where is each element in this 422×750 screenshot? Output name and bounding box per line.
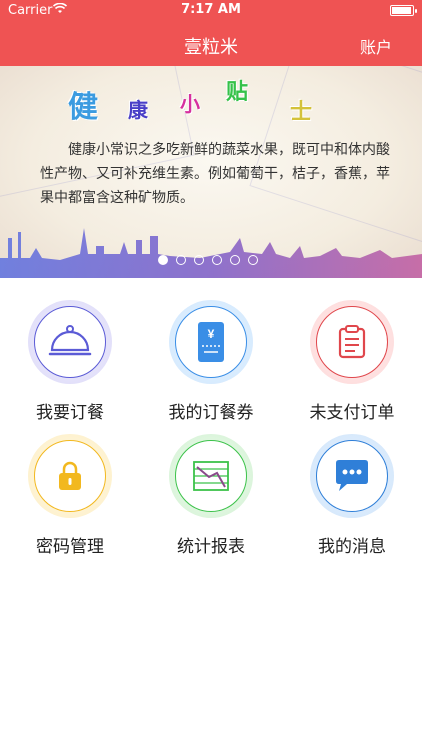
page-dot[interactable] bbox=[230, 255, 240, 265]
menu-statistics-report[interactable]: 统计报表 bbox=[141, 434, 281, 564]
page-dot[interactable] bbox=[158, 255, 168, 265]
chat-bubble-icon bbox=[336, 460, 368, 491]
menu-label: 密码管理 bbox=[36, 537, 104, 557]
banner-heading-char: 士 bbox=[290, 100, 313, 125]
menu-label: 我的消息 bbox=[318, 537, 386, 557]
banner-page-indicator[interactable] bbox=[158, 255, 258, 267]
lock-icon bbox=[59, 461, 81, 490]
menu-label: 我要订餐 bbox=[36, 403, 104, 423]
ticket-yen-icon: ¥ bbox=[198, 322, 224, 362]
status-bar: Carrier 7:17 AM bbox=[0, 0, 422, 20]
page-dot[interactable] bbox=[212, 255, 222, 265]
menu-unpaid-orders[interactable]: 未支付订单 bbox=[282, 300, 422, 430]
page-dot[interactable] bbox=[248, 255, 258, 265]
menu-label: 统计报表 bbox=[177, 537, 245, 557]
chart-report-icon bbox=[193, 461, 229, 491]
banner-tip-text: 健康小常识之多吃新鲜的蔬菜水果，既可中和体内酸性产物、又可补充维生素。例如葡萄干… bbox=[40, 142, 390, 206]
banner-heading-char: 健 bbox=[68, 90, 98, 125]
banner-heading-char: 康 bbox=[128, 98, 148, 122]
menu-my-messages[interactable]: 我的消息 bbox=[282, 434, 422, 564]
menu-order-meal[interactable]: 我要订餐 bbox=[0, 300, 140, 430]
health-tip-banner[interactable]: 健 康 小 贴 士 健康小常识之多吃新鲜的蔬菜水果，既可中和体内酸性产物、又可补… bbox=[0, 66, 422, 278]
svg-text:¥: ¥ bbox=[208, 327, 215, 341]
clipboard-icon bbox=[338, 325, 366, 359]
page-title: 壹粒米 bbox=[184, 37, 238, 58]
status-time: 7:17 AM bbox=[181, 2, 241, 17]
city-skyline-image bbox=[0, 228, 422, 278]
banner-heading-char: 贴 bbox=[226, 80, 249, 105]
banner-heading-char: 小 bbox=[180, 92, 200, 116]
menu-password-management[interactable]: 密码管理 bbox=[0, 434, 140, 564]
cloche-icon bbox=[48, 325, 92, 356]
app-header: Carrier 7:17 AM 壹粒米 账户 bbox=[0, 0, 422, 66]
menu-my-coupons[interactable]: ¥ 我的订餐券 bbox=[141, 300, 281, 430]
page-dot[interactable] bbox=[176, 255, 186, 265]
menu-label: 我的订餐券 bbox=[168, 403, 254, 423]
battery-icon bbox=[390, 5, 417, 16]
page-dot[interactable] bbox=[194, 255, 204, 265]
menu-label: 未支付订单 bbox=[309, 403, 395, 423]
account-button[interactable]: 账户 bbox=[360, 34, 392, 58]
